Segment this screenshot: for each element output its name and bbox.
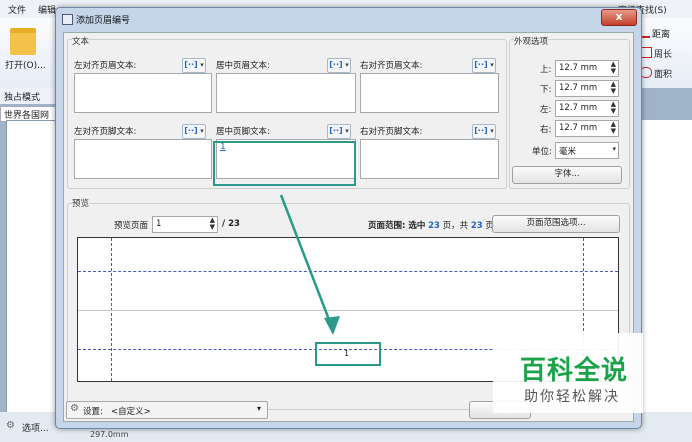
watermark-title: 百科全说 — [520, 356, 629, 386]
annotation-arrow-head — [324, 316, 340, 335]
annotation-arrow-line — [279, 194, 335, 331]
watermark-subtitle: 助你轻松解决 — [524, 389, 620, 405]
footer-center-highlight — [213, 141, 356, 186]
